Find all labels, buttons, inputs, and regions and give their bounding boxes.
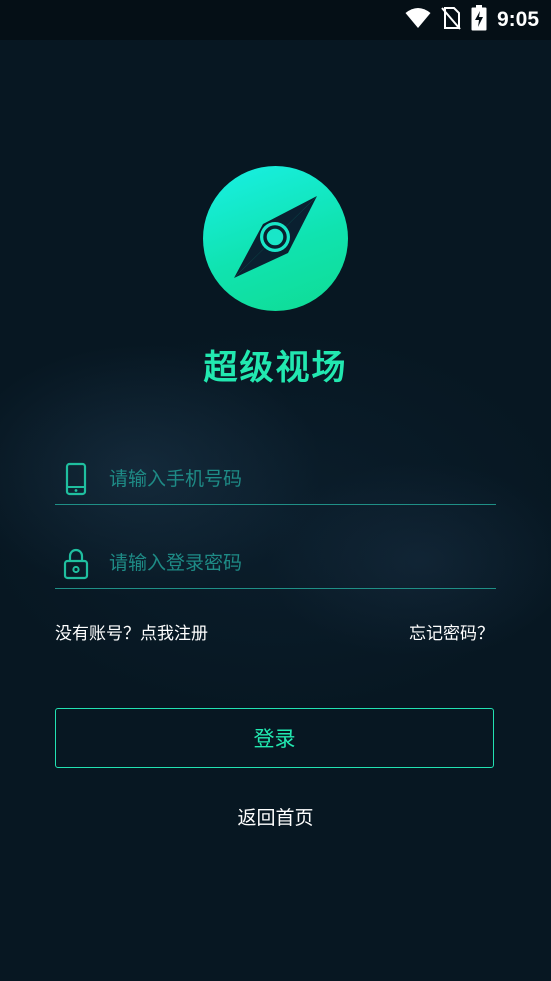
app-logo: [203, 166, 348, 311]
register-link[interactable]: 没有账号？点我注册: [55, 619, 208, 644]
back-home-link[interactable]: 返回首页: [0, 803, 551, 830]
password-field: [55, 540, 496, 589]
no-sim-icon: [441, 6, 461, 34]
compass-icon: [234, 196, 317, 278]
app-title: 超级视场: [203, 348, 348, 388]
lock-icon: [63, 546, 89, 580]
phone-field: [55, 456, 496, 505]
phone-icon: [63, 462, 89, 496]
forgot-password-link[interactable]: 忘记密码？: [409, 619, 494, 644]
password-input[interactable]: [109, 546, 489, 580]
login-button[interactable]: 登录: [55, 708, 494, 768]
status-time: 9:05: [496, 8, 539, 31]
battery-charging-icon: [471, 5, 487, 35]
status-icons: 9:05: [405, 5, 539, 35]
wifi-icon: [405, 7, 431, 33]
phone-input[interactable]: [109, 462, 489, 496]
status-bar: 9:05: [0, 0, 551, 40]
